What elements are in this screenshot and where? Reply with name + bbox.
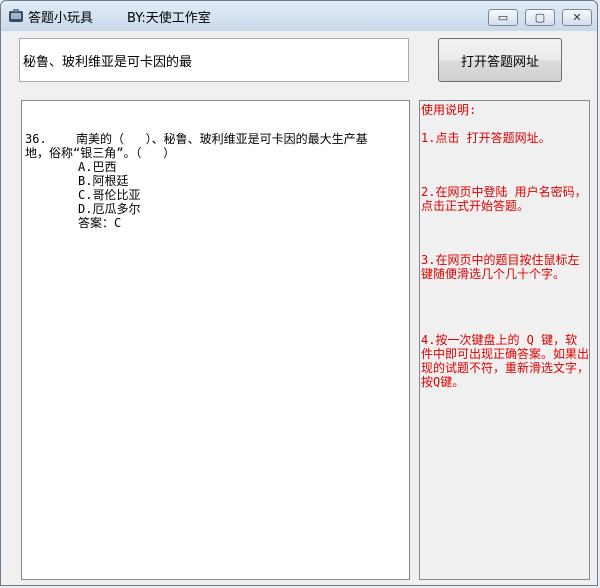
- help-step-3: 3.在网页中的题目按住鼠标左键随便滑选几个几十个字。: [421, 253, 580, 281]
- option-b: B.阿根廷: [78, 174, 129, 188]
- close-icon: ✕: [572, 11, 582, 24]
- option-d: D.厄瓜多尔: [78, 202, 141, 216]
- window-author: BY:天使工作室: [127, 11, 211, 26]
- question-text: 南美的（ ）、秘鲁、玻利维亚是可卡因的最大生产基: [76, 132, 368, 146]
- help-step-1: 1.点击 打开答题网址。: [421, 131, 551, 145]
- help-step-2: 2.在网页中登陆 用户名密码，点击正式开始答题。: [421, 185, 587, 213]
- window-title: 答题小玩具: [28, 11, 94, 26]
- option-a: A.巴西: [78, 160, 117, 174]
- answer-display[interactable]: 36. 南美的（ ）、秘鲁、玻利维亚是可卡因的最大生产基 地，俗称“银三角”。（…: [21, 100, 410, 580]
- app-icon: [9, 9, 23, 22]
- question-text-line2: 地，俗称“银三角”。（ ）: [25, 146, 176, 160]
- minimize-button[interactable]: ▭: [488, 9, 518, 26]
- answer-text: 答案：C: [78, 216, 122, 230]
- search-input[interactable]: 秘鲁、玻利维亚是可卡因的最: [19, 38, 409, 82]
- help-title: 使用说明:: [421, 103, 477, 117]
- maximize-button[interactable]: ▢: [525, 9, 555, 26]
- open-quiz-url-button[interactable]: 打开答题网址: [438, 38, 562, 82]
- help-panel: 使用说明: 1.点击 打开答题网址。 2.在网页中登陆 用户名密码，点击正式开始…: [419, 100, 590, 580]
- option-c: C.哥伦比亚: [78, 188, 141, 202]
- minimize-icon: ▭: [497, 11, 509, 24]
- maximize-icon: ▢: [534, 11, 546, 24]
- close-button[interactable]: ✕: [562, 9, 592, 26]
- title-bar[interactable]: 答题小玩具 BY:天使工作室 ▭ ▢ ✕: [1, 1, 597, 31]
- help-step-4: 4.按一次键盘上的 Q 键，软件中即可出现正确答案。如果出现的试题不符，重新滑选…: [421, 333, 590, 389]
- question-number: 36.: [25, 132, 47, 146]
